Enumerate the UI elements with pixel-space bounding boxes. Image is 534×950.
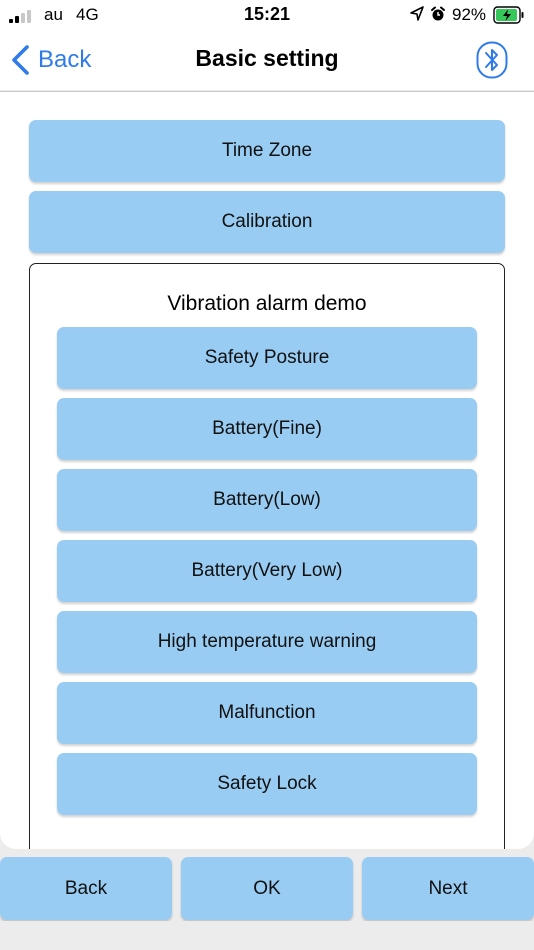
- next-button[interactable]: Next: [362, 857, 534, 920]
- bluetooth-icon[interactable]: [476, 41, 508, 79]
- status-bar: au 4G 15:21 92%: [0, 0, 534, 32]
- navigation-bar: Back Basic setting: [0, 32, 534, 90]
- vibration-alarm-demo-panel: Vibration alarm demo Safety Posture Batt…: [29, 263, 505, 849]
- battery-charging-icon: [493, 6, 524, 24]
- back-button[interactable]: Back: [0, 857, 172, 920]
- battery-low-button[interactable]: Battery(Low): [57, 469, 477, 531]
- malfunction-button[interactable]: Malfunction: [57, 682, 477, 744]
- alarm-icon: [431, 6, 445, 21]
- bottom-safe-area: [0, 921, 534, 950]
- high-temperature-warning-button[interactable]: High temperature warning: [57, 611, 477, 673]
- bottom-action-bar: Back OK Next: [0, 857, 534, 921]
- demo-panel-title: Vibration alarm demo: [167, 292, 367, 315]
- calibration-button[interactable]: Calibration: [29, 191, 505, 253]
- page-title: Basic setting: [195, 45, 339, 71]
- battery-fine-button[interactable]: Battery(Fine): [57, 398, 477, 460]
- safety-posture-button[interactable]: Safety Posture: [57, 327, 477, 389]
- time-zone-button[interactable]: Time Zone: [29, 120, 505, 182]
- ok-button[interactable]: OK: [181, 857, 353, 920]
- battery-percent: 92%: [452, 5, 487, 24]
- settings-content: Time Zone Calibration Vibration alarm de…: [0, 91, 534, 849]
- location-icon: [410, 6, 424, 21]
- battery-very-low-button[interactable]: Battery(Very Low): [57, 540, 477, 602]
- safety-lock-button[interactable]: Safety Lock: [57, 753, 477, 815]
